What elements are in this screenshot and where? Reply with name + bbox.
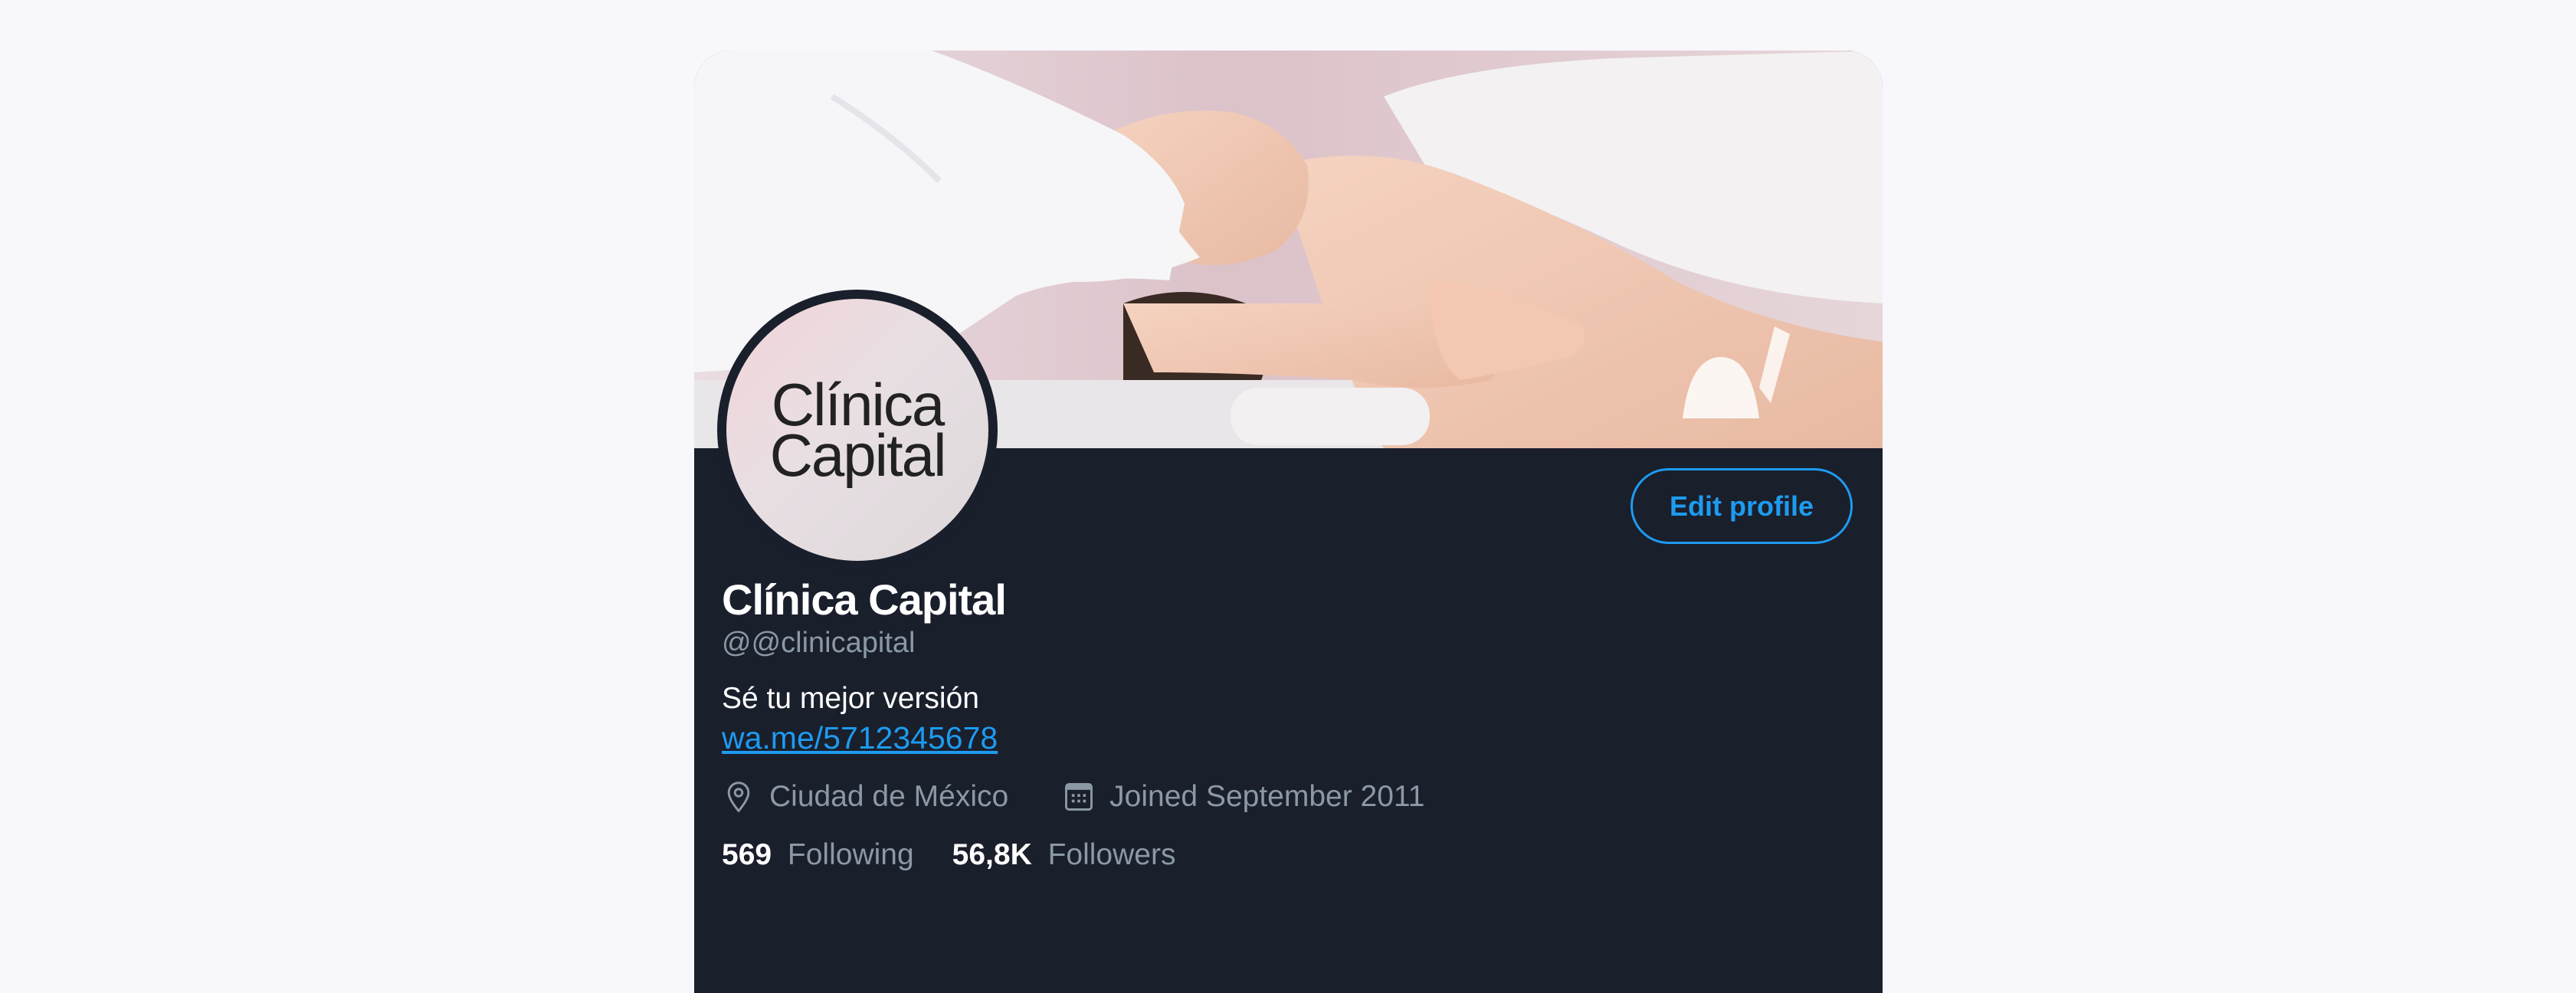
followers-label: Followers [1047, 838, 1176, 871]
profile-avatar[interactable]: Clínica Capital [717, 290, 998, 570]
avatar-logo-line2: Capital [769, 421, 947, 489]
profile-card: Clínica Capital Edit profile Clínica Cap… [694, 51, 1883, 993]
profile-location-text: Ciudad de México [769, 780, 1009, 813]
avatar-logo: Clínica Capital [726, 299, 988, 561]
profile-stats-row: 569 Following 56,8K Followers [722, 834, 1214, 877]
edit-profile-button[interactable]: Edit profile [1630, 468, 1853, 544]
profile-location: Ciudad de México [722, 780, 1008, 814]
followers-stat[interactable]: 56,8K Followers [952, 838, 1176, 872]
following-stat[interactable]: 569 Following [722, 838, 914, 872]
following-label: Following [787, 838, 914, 871]
profile-bio: Sé tu mejor versión [722, 682, 979, 715]
map-pin-icon [727, 782, 750, 813]
profile-meta-row: Ciudad de México Joined September 2011 [722, 775, 1478, 818]
calendar-icon [1065, 783, 1093, 811]
following-count: 569 [722, 838, 772, 871]
followers-count: 56,8K [952, 838, 1032, 871]
profile-display-name: Clínica Capital [722, 575, 1007, 624]
profile-website-link[interactable]: wa.me/5712345678 [722, 720, 998, 756]
profile-joined-date: Joined September 2011 [1062, 780, 1424, 814]
profile-handle: @@clinicapital [722, 627, 916, 659]
profile-joined-text: Joined September 2011 [1109, 780, 1425, 813]
